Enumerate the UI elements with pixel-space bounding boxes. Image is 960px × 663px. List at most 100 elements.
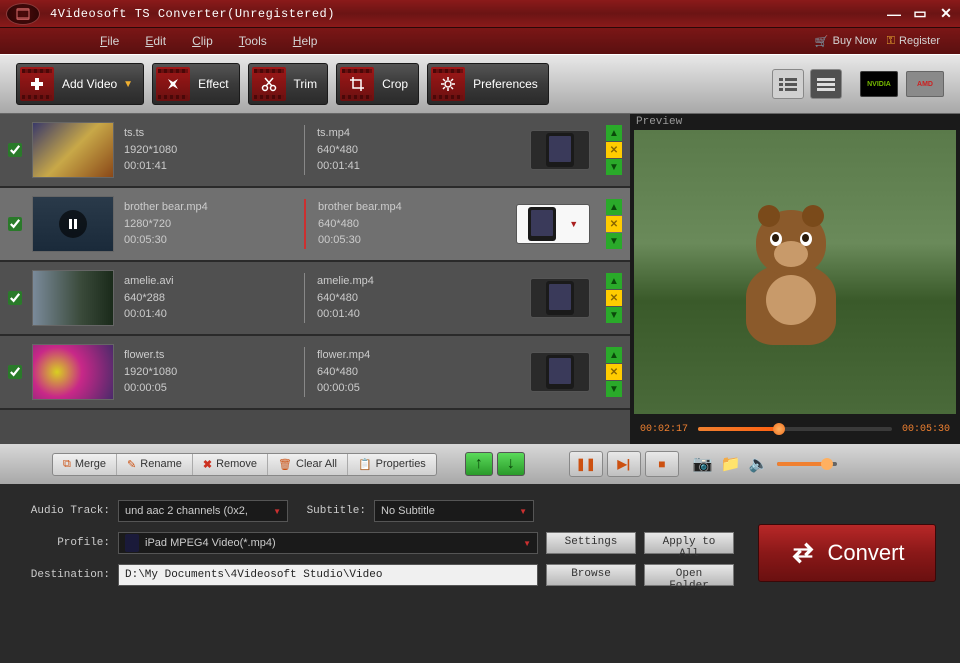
remove-label: Remove: [216, 458, 257, 470]
output-resolution: 640*480: [317, 290, 424, 307]
subtitle-value: No Subtitle: [381, 505, 435, 517]
effect-button[interactable]: Effect: [152, 63, 239, 105]
file-thumbnail: [32, 122, 114, 178]
ipad-icon: [546, 355, 574, 389]
file-resolution: 1920*1080: [124, 142, 294, 159]
destination-input[interactable]: [118, 564, 538, 586]
preview-timeline: 00:02:17 00:05:30: [630, 414, 960, 444]
properties-button[interactable]: 📋Properties: [348, 454, 436, 475]
stop-button[interactable]: ■: [645, 451, 679, 477]
open-snapshot-folder-button[interactable]: 📁: [721, 454, 741, 474]
minimize-button[interactable]: —: [886, 6, 902, 22]
profile-select[interactable]: iPad MPEG4 Video(*.mp4) ▼: [118, 532, 538, 554]
step-button[interactable]: ▶|: [607, 451, 641, 477]
add-video-button[interactable]: Add Video ▼: [16, 63, 144, 105]
row-remove[interactable]: ✕: [606, 216, 622, 232]
menu-tools[interactable]: Tools: [239, 34, 267, 48]
subtitle-select[interactable]: No Subtitle▼: [374, 500, 534, 522]
row-remove[interactable]: ✕: [606, 364, 622, 380]
output-device-select[interactable]: [530, 278, 590, 318]
browse-button[interactable]: Browse: [546, 564, 636, 586]
file-row[interactable]: brother bear.mp4 1280*720 00:05:30 broth…: [0, 188, 630, 262]
output-device-select[interactable]: [530, 130, 590, 170]
menu-clip[interactable]: Clip: [192, 34, 213, 48]
output-duration: 00:01:40: [317, 306, 424, 323]
ipad-icon: [546, 133, 574, 167]
crop-button[interactable]: Crop: [336, 63, 419, 105]
file-checkbox[interactable]: [8, 143, 22, 157]
ipad-icon: [546, 281, 574, 315]
settings-panel: Audio Track: und aac 2 channels (0x2,▼ S…: [0, 484, 960, 663]
file-duration: 00:05:30: [124, 232, 294, 249]
view-list-button[interactable]: [772, 69, 804, 99]
properties-label: Properties: [376, 458, 426, 470]
output-name: brother bear.mp4: [318, 199, 424, 216]
output-resolution: 640*480: [317, 364, 424, 381]
file-row[interactable]: amelie.avi 640*288 00:01:40 amelie.mp4 6…: [0, 262, 630, 336]
effect-label: Effect: [198, 77, 228, 91]
buy-now-link[interactable]: 🛒 Buy Now: [815, 35, 877, 48]
file-row[interactable]: ts.ts 1920*1080 00:01:41 ts.mp4 640*480 …: [0, 114, 630, 188]
amd-badge: AMD: [906, 71, 944, 97]
output-name: flower.mp4: [317, 347, 424, 364]
row-move-up[interactable]: ▲: [606, 273, 622, 289]
timeline-slider[interactable]: [698, 427, 892, 431]
row-move-down[interactable]: ▼: [606, 159, 622, 175]
merge-button[interactable]: ⧉Merge: [53, 454, 117, 475]
row-remove[interactable]: ✕: [606, 142, 622, 158]
preview-panel: Preview 00:02:17 00:05:30: [630, 114, 960, 444]
close-button[interactable]: ✕: [938, 6, 954, 22]
output-device-select[interactable]: [530, 352, 590, 392]
chevron-down-icon: ▼: [569, 219, 578, 229]
row-remove[interactable]: ✕: [606, 290, 622, 306]
apply-to-all-button[interactable]: Apply to All: [644, 532, 734, 554]
move-up-button[interactable]: ↑: [465, 452, 493, 476]
file-checkbox[interactable]: [8, 217, 22, 231]
register-label: Register: [899, 35, 940, 47]
row-move-down[interactable]: ▼: [606, 307, 622, 323]
row-move-up[interactable]: ▲: [606, 199, 622, 215]
menu-help[interactable]: Help: [293, 34, 318, 48]
file-name: amelie.avi: [124, 273, 294, 290]
file-thumbnail: [32, 270, 114, 326]
remove-button[interactable]: ✖ Remove: [193, 454, 268, 475]
file-row[interactable]: flower.ts 1920*1080 00:00:05 flower.mp4 …: [0, 336, 630, 410]
file-checkbox[interactable]: [8, 365, 22, 379]
menu-file[interactable]: File: [100, 34, 119, 48]
rename-button[interactable]: ✎Rename: [117, 454, 193, 475]
open-folder-button[interactable]: Open Folder: [644, 564, 734, 586]
buy-now-label: Buy Now: [833, 35, 877, 47]
pause-button[interactable]: ❚❚: [569, 451, 603, 477]
menu-edit[interactable]: Edit: [145, 34, 166, 48]
edit-bar: ⧉Merge ✎Rename ✖ Remove 🗑Clear All 📋Prope…: [0, 444, 960, 484]
remove-icon: ✖: [203, 458, 212, 471]
snapshot-button[interactable]: 📷: [693, 454, 713, 474]
output-name: ts.mp4: [317, 125, 424, 142]
row-move-down[interactable]: ▼: [606, 381, 622, 397]
pause-overlay-icon: [59, 210, 87, 238]
row-move-down[interactable]: ▼: [606, 233, 622, 249]
register-link[interactable]: ⚿ Register: [887, 35, 940, 48]
trim-button[interactable]: Trim: [248, 63, 329, 105]
crop-label: Crop: [382, 77, 408, 91]
view-detail-button[interactable]: [810, 69, 842, 99]
convert-icon: [789, 539, 817, 567]
nvidia-badge: NVIDIA: [860, 71, 898, 97]
settings-button[interactable]: Settings: [546, 532, 636, 554]
row-move-up[interactable]: ▲: [606, 347, 622, 363]
convert-button[interactable]: Convert: [758, 524, 936, 582]
output-resolution: 640*480: [318, 216, 424, 233]
volume-slider[interactable]: [777, 462, 837, 466]
clear-all-button[interactable]: 🗑Clear All: [268, 454, 348, 475]
preferences-button[interactable]: Preferences: [427, 63, 549, 105]
audio-track-label: Audio Track:: [20, 505, 110, 517]
move-down-button[interactable]: ↓: [497, 452, 525, 476]
pencil-icon: ✎: [127, 458, 136, 471]
file-checkbox[interactable]: [8, 291, 22, 305]
chevron-down-icon: ▼: [273, 507, 281, 516]
audio-track-select[interactable]: und aac 2 channels (0x2,▼: [118, 500, 288, 522]
maximize-button[interactable]: ▭: [912, 6, 928, 22]
row-move-up[interactable]: ▲: [606, 125, 622, 141]
output-device-select[interactable]: ▼: [516, 204, 590, 244]
merge-icon: ⧉: [63, 458, 71, 471]
